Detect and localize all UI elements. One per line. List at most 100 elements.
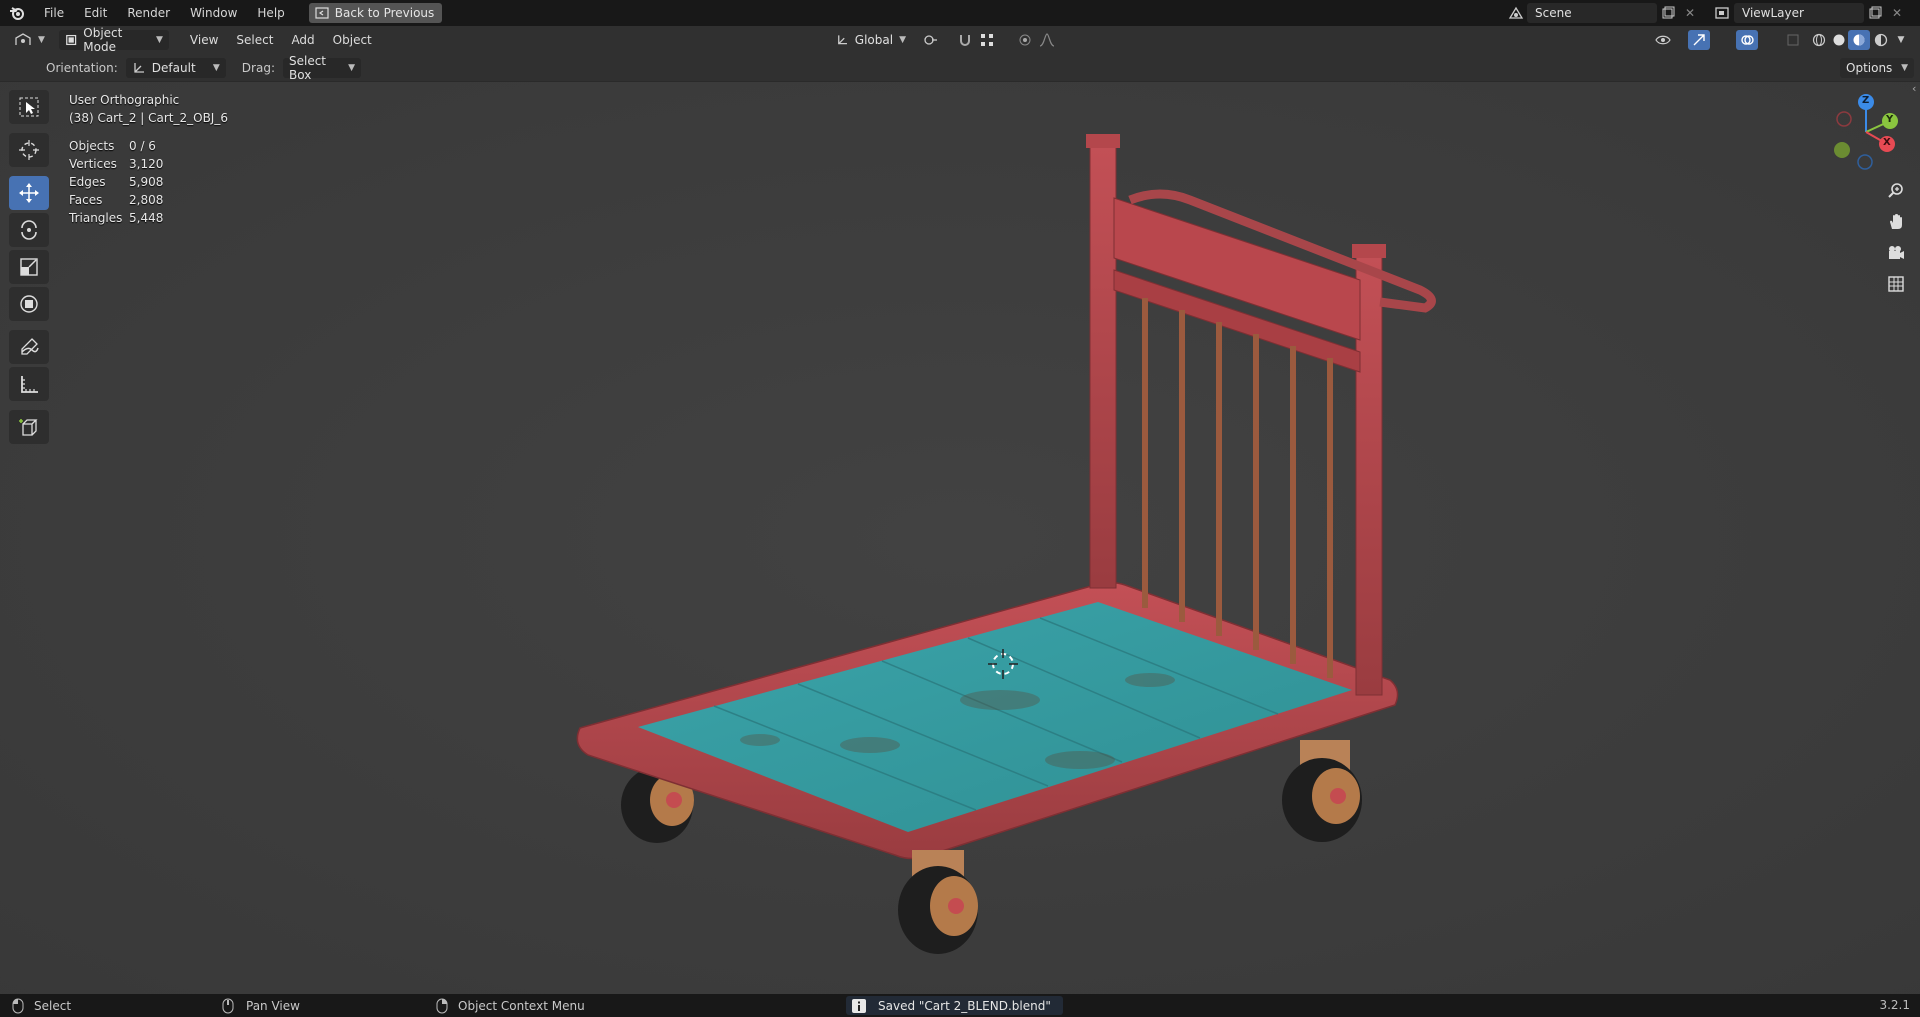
gizmo-y-label: Y xyxy=(1886,114,1894,125)
orientation-label: Global xyxy=(854,33,894,47)
scene-icon[interactable] xyxy=(1505,3,1527,23)
shading-options-chevron-icon[interactable]: ▼ xyxy=(1890,30,1912,50)
transform-orientation-selector[interactable]: Global ▼ xyxy=(830,30,912,50)
tool-shelf xyxy=(9,90,51,447)
view-layer-selector: ViewLayer ✕ xyxy=(1712,3,1908,23)
material-preview-shading-icon[interactable] xyxy=(1848,30,1870,50)
gizmo-x-label: X xyxy=(1883,137,1891,148)
status-pan-label: Pan View xyxy=(246,998,300,1013)
global-axis-icon xyxy=(838,35,847,45)
top-menu-bar: File Edit Render Window Help Back to Pre… xyxy=(0,0,1920,26)
transform-tool[interactable] xyxy=(9,287,49,321)
report-message-text: Saved "Cart 2_BLEND.blend" xyxy=(878,998,1051,1013)
measure-tool[interactable] xyxy=(9,367,49,401)
camera-view-icon[interactable] xyxy=(1883,240,1909,266)
snap-target-icon[interactable] xyxy=(976,30,998,50)
proportional-editing-icon[interactable] xyxy=(1014,30,1036,50)
stat-row-objects: Objects 0 / 6 xyxy=(69,137,163,155)
viewport-info-overlay: User Orthographic (38) Cart_2 | Cart_2_O… xyxy=(69,91,228,227)
mouse-right-icon xyxy=(436,998,448,1013)
stat-label: Edges xyxy=(69,175,106,189)
delete-scene-icon[interactable]: ✕ xyxy=(1679,3,1701,23)
orientation-setting-dropdown[interactable]: Default ▼ xyxy=(125,57,226,78)
select-box-tool[interactable] xyxy=(9,90,49,124)
stat-label: Vertices xyxy=(69,157,117,171)
rotate-icon xyxy=(21,220,37,240)
visibility-selectability-icon[interactable] xyxy=(1652,30,1674,50)
chevron-down-icon: ▼ xyxy=(38,35,45,45)
overlays-toggle-icon[interactable] xyxy=(1736,30,1758,50)
solid-shading-icon[interactable] xyxy=(1828,30,1850,50)
status-pan-hint: Pan View xyxy=(222,998,300,1014)
stat-label: Objects xyxy=(69,139,115,153)
tool-settings-bar: Orientation: Default ▼ Drag: Select Box … xyxy=(0,54,1920,82)
3d-cursor-icon xyxy=(19,140,39,160)
menu-help[interactable]: Help xyxy=(247,0,294,26)
view-layer-name-field[interactable]: ViewLayer xyxy=(1734,3,1864,23)
options-label: Options xyxy=(1846,60,1893,75)
drag-setting-label: Drag: xyxy=(241,60,275,75)
pivot-point-icon[interactable] xyxy=(920,30,942,50)
status-bar: Select Pan View Object Context Menu Save… xyxy=(0,994,1920,1017)
menu-view[interactable]: View xyxy=(181,33,227,47)
stat-label: Faces xyxy=(69,193,103,207)
sidebar-toggle-icon[interactable]: ‹ xyxy=(1912,82,1916,95)
move-tool[interactable] xyxy=(9,176,49,210)
wireframe-shading-icon[interactable] xyxy=(1808,30,1830,50)
rotate-tool[interactable] xyxy=(9,213,49,247)
new-view-layer-icon[interactable] xyxy=(1864,3,1886,23)
chevron-down-icon: ▼ xyxy=(156,35,163,45)
viewport-header: ▼ Object Mode ▼ View Select Add Object G… xyxy=(0,26,1920,54)
rendered-shading-icon[interactable] xyxy=(1870,30,1892,50)
back-to-previous-label: Back to Previous xyxy=(334,6,435,20)
mouse-middle-icon xyxy=(222,998,234,1013)
delete-view-layer-icon[interactable]: ✕ xyxy=(1886,3,1908,23)
info-icon xyxy=(852,998,866,1013)
menu-add[interactable]: Add xyxy=(282,33,323,47)
menu-file[interactable]: File xyxy=(34,0,74,26)
scale-tool[interactable] xyxy=(9,250,49,284)
cursor-tool[interactable] xyxy=(9,133,49,167)
mode-label: Object Mode xyxy=(83,26,123,54)
scene-selector: Scene ✕ xyxy=(1505,3,1701,23)
perspective-grid-icon[interactable] xyxy=(1883,271,1909,297)
new-scene-icon[interactable] xyxy=(1657,3,1679,23)
gizmo-toggle-icon[interactable] xyxy=(1688,30,1710,50)
annotate-tool[interactable] xyxy=(9,330,49,364)
falloff-curve-icon[interactable] xyxy=(1036,30,1058,50)
menu-edit[interactable]: Edit xyxy=(74,0,117,26)
menu-window[interactable]: Window xyxy=(180,0,247,26)
menu-select[interactable]: Select xyxy=(227,33,282,47)
stat-row-edges: Edges 5,908 xyxy=(69,173,163,191)
back-screen-icon xyxy=(315,7,329,19)
editor-type-selector[interactable]: ▼ xyxy=(8,30,51,50)
zoom-icon[interactable] xyxy=(1883,178,1909,204)
mode-selector[interactable]: Object Mode ▼ xyxy=(58,26,169,54)
stat-value: 0 / 6 xyxy=(129,139,156,153)
chevron-down-icon: ▼ xyxy=(348,62,355,73)
add-cube-tool[interactable] xyxy=(9,410,49,444)
stat-row-faces: Faces 2,808 xyxy=(69,191,163,209)
snap-toggle-icon[interactable] xyxy=(954,30,976,50)
back-to-previous-button[interactable]: Back to Previous xyxy=(308,3,443,23)
ruler-icon xyxy=(21,376,38,393)
stat-label: Triangles xyxy=(69,211,123,225)
cart-model xyxy=(0,82,1920,994)
view-layer-icon[interactable] xyxy=(1712,3,1734,23)
orientation-setting-label: Orientation: xyxy=(46,60,118,75)
options-dropdown[interactable]: Options ▼ xyxy=(1840,57,1914,78)
xray-toggle-icon[interactable] xyxy=(1782,30,1804,50)
3d-viewport-icon xyxy=(15,33,31,45)
drag-setting-dropdown[interactable]: Select Box ▼ xyxy=(282,54,361,82)
menu-object[interactable]: Object xyxy=(324,33,381,47)
pan-hand-icon[interactable] xyxy=(1883,209,1909,235)
stat-row-triangles: Triangles 5,448 xyxy=(69,209,163,227)
gizmo-z-label: Z xyxy=(1862,95,1870,106)
report-message[interactable]: Saved "Cart 2_BLEND.blend" xyxy=(846,996,1063,1015)
scene-name-field[interactable]: Scene xyxy=(1527,3,1657,23)
blender-logo-icon[interactable] xyxy=(0,0,34,26)
3d-viewport[interactable]: Z Y X ‹ xyxy=(0,82,1920,994)
chevron-down-icon: ▼ xyxy=(1901,62,1908,73)
status-select-hint: Select xyxy=(12,998,71,1014)
menu-render[interactable]: Render xyxy=(117,0,180,26)
